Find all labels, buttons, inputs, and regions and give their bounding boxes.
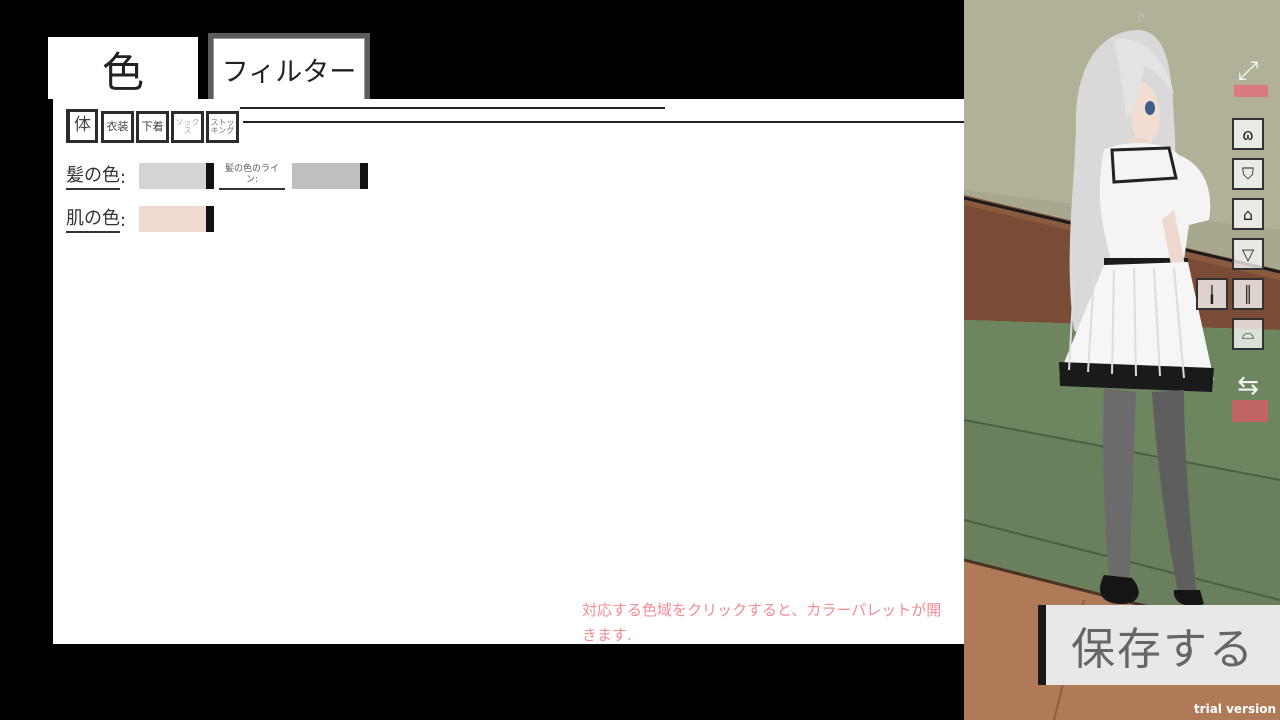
underwear-icon[interactable]: ▽ xyxy=(1232,238,1264,270)
skin-color-label: 肌の色 : xyxy=(66,207,126,233)
top-icon[interactable]: ⛉ xyxy=(1232,158,1264,190)
colon: : xyxy=(120,210,127,231)
subtab-stockings[interactable]: ストッキング xyxy=(206,111,239,143)
subtab-body[interactable]: 体 xyxy=(66,109,98,143)
swap-icon[interactable]: ⇆ xyxy=(1232,370,1264,402)
hair-line-color-swatch[interactable] xyxy=(292,163,368,189)
subtab-socks[interactable]: ソックス xyxy=(171,111,204,143)
save-button[interactable]: 保存する xyxy=(1038,605,1280,685)
hair-icon[interactable]: ɷ xyxy=(1232,118,1264,150)
colon: : xyxy=(120,167,127,188)
divider-line xyxy=(243,121,964,123)
stockings-icon[interactable]: ║ xyxy=(1232,278,1264,310)
skin-color-swatch[interactable] xyxy=(139,206,214,232)
subtab-outfit[interactable]: 衣装 xyxy=(101,111,134,143)
tab-filter[interactable]: フィルター xyxy=(208,33,370,105)
expand-caption xyxy=(1234,85,1268,97)
hair-line-color-label: 髪の色のライン: xyxy=(219,162,285,190)
expand-icon[interactable]: ⤢ xyxy=(1232,55,1264,87)
hair-color-text: 髪の色 xyxy=(66,164,120,190)
hair-color-swatch[interactable] xyxy=(139,163,214,189)
skirt-icon[interactable]: ⌂ xyxy=(1232,198,1264,230)
tab-color[interactable]: 色 xyxy=(48,37,198,101)
skin-color-text: 肌の色 xyxy=(66,207,120,233)
subtab-underwear[interactable]: 下着 xyxy=(136,111,169,143)
trial-version-label: trial version xyxy=(1193,702,1276,716)
socks-icon[interactable]: ╽ xyxy=(1196,278,1228,310)
swap-caption xyxy=(1232,400,1268,422)
hint-text: 対応する色域をクリックすると、カラーパレットが開きます. xyxy=(582,601,942,644)
hair-color-label: 髪の色 : xyxy=(66,164,126,190)
tab-filter-label: フィルター xyxy=(213,38,365,100)
shoes-icon[interactable]: ⌓ xyxy=(1232,318,1264,350)
divider-line xyxy=(240,107,665,109)
